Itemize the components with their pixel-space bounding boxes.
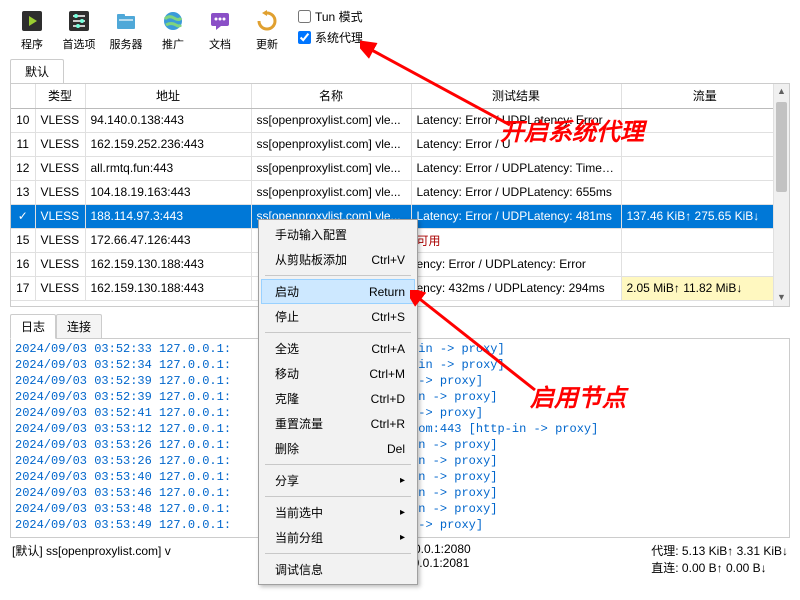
promote-button[interactable]: 推广 — [151, 4, 195, 54]
ctx-select-all[interactable]: 全选Ctrl+A — [261, 336, 415, 361]
preferences-button[interactable]: 首选项 — [57, 4, 101, 54]
table-row[interactable]: 10VLESS94.140.0.138:443ss[openproxylist.… — [11, 108, 789, 132]
separator — [265, 275, 411, 276]
tab-default[interactable]: 默认 — [10, 59, 64, 84]
table-row[interactable]: 11VLESS162.159.252.236:443ss[openproxyli… — [11, 132, 789, 156]
refresh-icon — [253, 7, 281, 35]
col-index[interactable] — [11, 84, 35, 108]
main-toolbar: 程序 首选项 服务器 推广 文档 更新 Tun 模式 系统代理 — [0, 0, 800, 56]
table-row[interactable]: 13VLESS104.18.19.163:443ss[openproxylist… — [11, 180, 789, 204]
status-right: 代理: 5.13 KiB↑ 3.31 KiB↓ 直连: 0.00 B↑ 0.00… — [651, 542, 788, 576]
chat-icon — [206, 7, 234, 35]
col-address[interactable]: 地址 — [85, 84, 251, 108]
ctx-reset-traffic[interactable]: 重置流量Ctrl+R — [261, 411, 415, 436]
server-group-tabs: 默认 — [0, 58, 800, 83]
col-test[interactable]: 测试结果 — [411, 84, 621, 108]
update-button[interactable]: 更新 — [245, 4, 289, 54]
table-row[interactable]: 12VLESSall.rmtq.fun:443ss[openproxylist.… — [11, 156, 789, 180]
ctx-paste[interactable]: 从剪贴板添加Ctrl+V — [261, 247, 415, 272]
play-icon — [18, 7, 46, 35]
tun-mode-checkbox[interactable]: Tun 模式 — [298, 8, 363, 25]
context-menu: 手动输入配置 从剪贴板添加Ctrl+V 启动Return 停止Ctrl+S 全选… — [258, 219, 418, 585]
separator — [265, 464, 411, 465]
col-type[interactable]: 类型 — [35, 84, 85, 108]
status-direct: 直连: 0.00 B↑ 0.00 B↓ — [651, 559, 788, 576]
globe-icon — [159, 7, 187, 35]
scroll-up-icon[interactable]: ▲ — [774, 84, 789, 100]
ctx-debug-info[interactable]: 调试信息 — [261, 557, 415, 582]
col-name[interactable]: 名称 — [251, 84, 411, 108]
separator — [265, 332, 411, 333]
ctx-manual-input[interactable]: 手动输入配置 — [261, 222, 415, 247]
tab-log[interactable]: 日志 — [10, 314, 56, 339]
toolbar-checkboxes: Tun 模式 系统代理 — [298, 4, 363, 46]
separator — [265, 553, 411, 554]
vertical-scrollbar[interactable]: ▲ ▼ — [773, 84, 789, 306]
ctx-start[interactable]: 启动Return — [261, 279, 415, 304]
ctx-delete[interactable]: 删除Del — [261, 436, 415, 461]
status-proxy: 代理: 5.13 KiB↑ 3.31 KiB↓ — [651, 542, 788, 559]
system-proxy-checkbox[interactable]: 系统代理 — [298, 29, 363, 46]
scroll-down-icon[interactable]: ▼ — [774, 290, 789, 306]
scroll-thumb[interactable] — [776, 102, 787, 192]
ctx-move[interactable]: 移动Ctrl+M — [261, 361, 415, 386]
tab-connections[interactable]: 连接 — [56, 314, 102, 339]
ctx-stop[interactable]: 停止Ctrl+S — [261, 304, 415, 329]
folder-icon — [112, 7, 140, 35]
sliders-icon — [65, 7, 93, 35]
ctx-share[interactable]: 分享 — [261, 468, 415, 493]
ctx-current-group[interactable]: 当前分组 — [261, 525, 415, 550]
servers-button[interactable]: 服务器 — [104, 4, 148, 54]
col-traffic[interactable]: 流量 — [621, 84, 789, 108]
program-button[interactable]: 程序 — [10, 4, 54, 54]
ctx-current-selection[interactable]: 当前选中 — [261, 500, 415, 525]
docs-button[interactable]: 文档 — [198, 4, 242, 54]
status-left: [默认] ss[openproxylist.com] v — [12, 542, 171, 576]
ctx-clone[interactable]: 克隆Ctrl+D — [261, 386, 415, 411]
separator — [265, 496, 411, 497]
